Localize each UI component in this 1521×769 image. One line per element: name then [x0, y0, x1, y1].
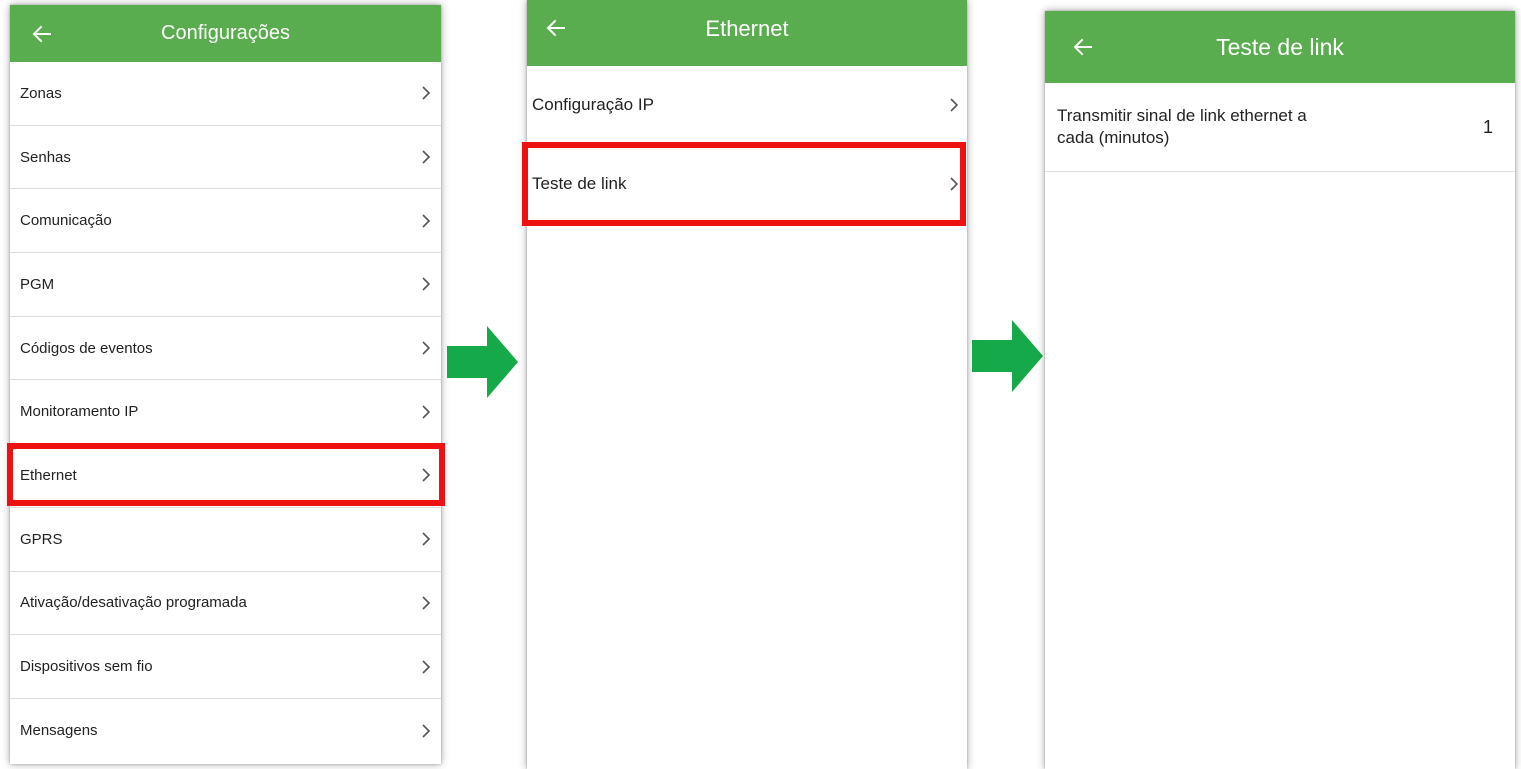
list-item-configuracao-ip[interactable]: Configuração IP	[527, 66, 967, 144]
chevron-right-icon	[421, 150, 431, 164]
list-item-teste-de-link[interactable]: Teste de link	[527, 144, 967, 224]
back-button[interactable]	[10, 5, 74, 62]
list-item-label: Teste de link	[532, 174, 627, 193]
chevron-right-icon	[421, 532, 431, 546]
setting-label: Transmitir sinal de link ethernet a cada…	[1057, 105, 1307, 149]
chevron-right-icon	[421, 214, 431, 228]
setting-label-line-2: cada (minutos)	[1057, 128, 1170, 147]
list-item-label: Zonas	[20, 84, 62, 102]
list-item-label: GPRS	[20, 530, 63, 548]
back-button[interactable]	[527, 0, 585, 66]
list-item-label: Códigos de eventos	[20, 339, 153, 357]
page-title: Ethernet	[705, 16, 789, 41]
list-item-label: Mensagens	[20, 722, 98, 740]
chevron-right-icon	[421, 86, 431, 100]
green-arrow-right-icon	[447, 326, 518, 398]
list-item-label: Configuração IP	[532, 95, 654, 114]
chevron-right-icon	[421, 596, 431, 610]
chevron-right-icon	[949, 98, 959, 112]
list-item-zonas[interactable]: Zonas	[10, 62, 441, 126]
setting-value: 1	[1482, 116, 1493, 137]
screen-ethernet: Ethernet Configuração IP Teste de link	[527, 0, 967, 769]
setting-row-link-interval[interactable]: Transmitir sinal de link ethernet a cada…	[1045, 83, 1515, 172]
arrow-left-icon	[32, 25, 51, 42]
chevron-right-icon	[421, 277, 431, 291]
list-item-codigos-de-eventos[interactable]: Códigos de eventos	[10, 317, 441, 381]
app-bar: Teste de link	[1045, 11, 1515, 83]
chevron-right-icon	[421, 341, 431, 355]
chevron-right-icon	[421, 405, 431, 419]
list-item-pgm[interactable]: PGM	[10, 253, 441, 317]
page-title: Teste de link	[1216, 33, 1344, 60]
list-item-dispositivos-sem-fio[interactable]: Dispositivos sem fio	[10, 635, 441, 699]
list-item-label: Comunicação	[20, 212, 112, 230]
settings-list: Zonas Senhas Comunicação PGM Códigos de …	[10, 62, 441, 763]
screen-configuracoes: Configurações Zonas Senhas Comunicação P…	[10, 5, 441, 764]
list-item-gprs[interactable]: GPRS	[10, 508, 441, 572]
list-item-ativacao-desativacao-programada[interactable]: Ativação/desativação programada	[10, 572, 441, 636]
app-bar: Ethernet	[527, 0, 967, 66]
back-button[interactable]	[1045, 11, 1121, 83]
arrow-left-icon	[546, 19, 565, 37]
app-bar: Configurações	[10, 5, 441, 62]
ethernet-list: Configuração IP Teste de link	[527, 66, 967, 224]
chevron-right-icon	[421, 724, 431, 738]
list-item-label: Ethernet	[20, 466, 77, 484]
chevron-right-icon	[949, 177, 959, 191]
list-item-comunicacao[interactable]: Comunicação	[10, 189, 441, 254]
list-item-monitoramento-ip[interactable]: Monitoramento IP	[10, 380, 441, 445]
screen-teste-de-link: Teste de link Transmitir sinal de link e…	[1045, 11, 1515, 769]
page-title: Configurações	[161, 22, 290, 44]
list-item-label: Senhas	[20, 148, 71, 166]
arrow-left-icon	[1073, 38, 1092, 56]
list-item-label: Dispositivos sem fio	[20, 658, 153, 676]
setting-label-line-1: Transmitir sinal de link ethernet a	[1057, 106, 1307, 125]
list-item-ethernet[interactable]: Ethernet	[10, 444, 441, 508]
list-item-senhas[interactable]: Senhas	[10, 126, 441, 190]
green-arrow-right-icon	[972, 320, 1043, 392]
list-item-label: Monitoramento IP	[20, 403, 139, 421]
list-item-label: Ativação/desativação programada	[20, 594, 247, 612]
list-item-mensagens[interactable]: Mensagens	[10, 699, 441, 763]
chevron-right-icon	[421, 468, 431, 483]
list-item-label: PGM	[20, 275, 55, 293]
chevron-right-icon	[421, 659, 431, 674]
